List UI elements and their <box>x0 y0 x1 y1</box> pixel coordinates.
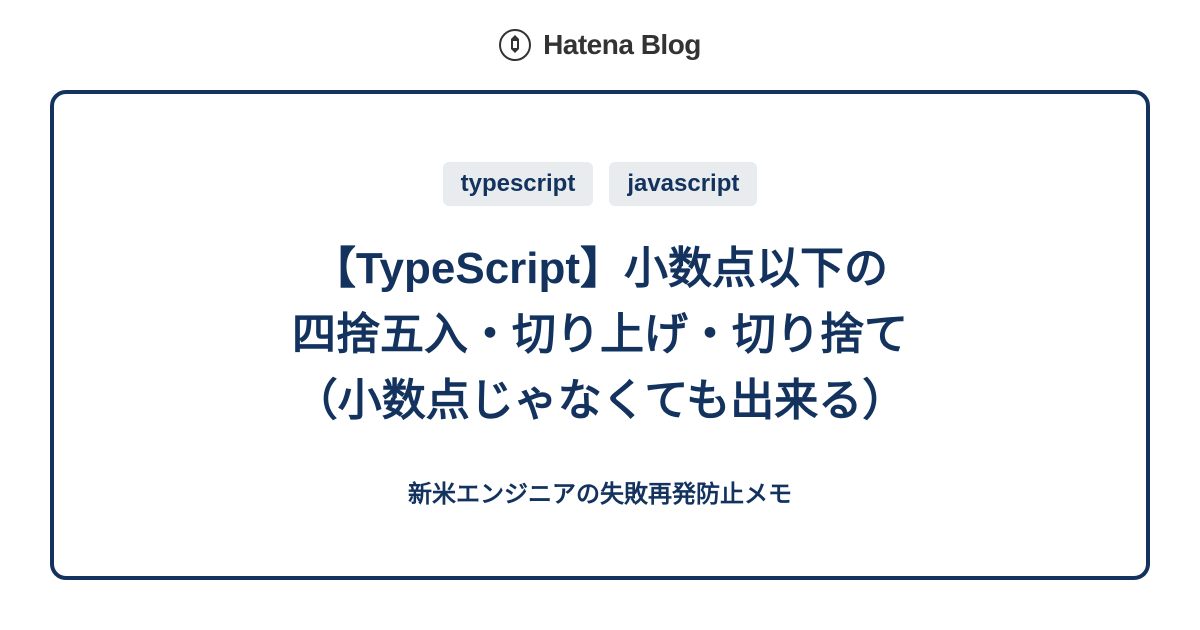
title-line: 四捨五入・切り上げ・切り捨て <box>292 302 908 368</box>
hatena-logo-icon <box>499 29 531 61</box>
article-card: typescript javascript 【TypeScript】小数点以下の… <box>50 90 1150 580</box>
title-line: 【TypeScript】小数点以下の <box>292 236 908 302</box>
tag[interactable]: javascript <box>609 162 757 206</box>
title-line: （小数点じゃなくても出来る） <box>292 368 908 434</box>
article-title: 【TypeScript】小数点以下の 四捨五入・切り上げ・切り捨て （小数点じゃ… <box>292 236 908 434</box>
brand-header: Hatena Blog <box>0 0 1200 90</box>
brand-name: Hatena Blog <box>543 29 701 61</box>
blog-name: 新米エンジニアの失敗再発防止メモ <box>408 474 792 509</box>
tag-list: typescript javascript <box>443 162 758 206</box>
tag[interactable]: typescript <box>443 162 594 206</box>
